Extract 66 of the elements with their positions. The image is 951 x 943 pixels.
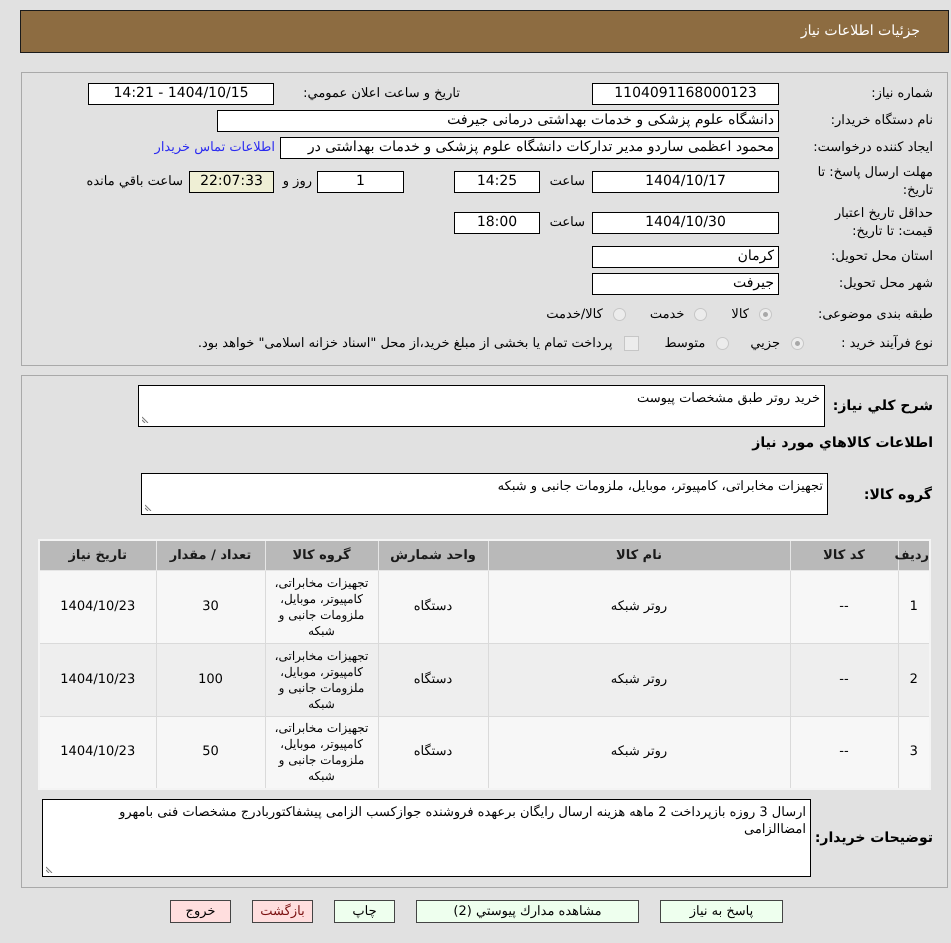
field-label: ساعت باقي مانده xyxy=(86,174,183,189)
action-button[interactable]: چاپ xyxy=(334,900,395,923)
field-label: طبقه بندی موضوعی: xyxy=(818,306,933,322)
field-label: گروه کالا: xyxy=(864,486,932,502)
days-left-field[interactable]: 1 xyxy=(317,170,404,192)
radio-label: خدمت xyxy=(650,306,684,324)
buyer-org-field[interactable]: دانشگاه علوم پزشکی و خدمات بهداشتی درمانی جیرفت xyxy=(217,110,779,132)
field-label: شهر محل تحویل: xyxy=(838,276,933,291)
table-cell: تجهیزات مخابراتی، کامپیوتر، موبایل، ملزومات جانبی و شبکه xyxy=(265,570,378,643)
radio-label: کالا xyxy=(731,306,749,324)
field-label: شماره نیاز: xyxy=(871,86,933,101)
deadline-time-field[interactable]: 14:25 xyxy=(454,170,540,192)
radio-label: متوسط xyxy=(664,334,706,353)
buyer-contact-link[interactable]: اطلاعات تماس خریدار xyxy=(154,138,275,158)
table-cell: -- xyxy=(790,570,898,643)
field-label: حداقل تاریخ اعتبار قیمت: تا تاریخ: xyxy=(834,206,933,238)
radio-label: کالا/خدمت xyxy=(546,306,603,324)
goods-group-field[interactable]: تجهیزات مخابراتی، کامپیوتر، موبایل، ملزومات جانبی و شبکه xyxy=(141,473,828,515)
field-label: توضیحات خریدار: xyxy=(814,830,933,846)
treasury-payment-text: پرداخت تمام یا بخشی از مبلغ خرید،از محل "اسناد خزانه اسلامی" خواهد بود. xyxy=(198,334,612,353)
radio-label: جزيي xyxy=(750,334,780,353)
deadline-date-field[interactable]: 1404/10/17 xyxy=(592,170,779,192)
field-label: ایجاد کننده درخواست: xyxy=(813,140,933,155)
resize-grip-icon[interactable] xyxy=(142,416,149,423)
page-title: جزئیات اطلاعات نیاز xyxy=(800,22,920,41)
column-header: تعداد / مقدار xyxy=(156,540,265,570)
action-button[interactable]: خروج xyxy=(170,900,231,923)
section-heading: اطلاعات کالاهاي مورد نیاز xyxy=(752,434,933,452)
action-button[interactable]: مشاهده مدارك پیوستي (2) xyxy=(416,900,639,923)
resize-grip-icon[interactable] xyxy=(46,866,53,873)
field-label: نوع فرآیند خرید : xyxy=(841,336,933,351)
need-number-field[interactable]: 1104091168000123 xyxy=(592,82,779,104)
table-cell: 2 xyxy=(898,643,930,716)
action-button[interactable]: پاسخ به نیاز xyxy=(660,900,783,923)
table-cell: دستگاه xyxy=(378,643,488,716)
table-cell: دستگاه xyxy=(378,570,488,643)
action-button[interactable]: بازگشت xyxy=(252,900,313,923)
table-cell: روتر شبکه xyxy=(488,643,790,716)
column-header: واحد شمارش xyxy=(378,540,488,570)
summary-field[interactable]: خرید روتر طبق مشخصات پیوست xyxy=(138,385,825,427)
field-label: نام دستگاه خریدار: xyxy=(830,112,933,128)
field-label: ساعت xyxy=(550,174,585,189)
field-label: استان محل تحویل: xyxy=(831,248,933,264)
resize-grip-icon[interactable] xyxy=(145,504,152,511)
table-cell: روتر شبکه xyxy=(488,570,790,643)
table-cell: 100 xyxy=(156,643,265,716)
field-label: مهلت ارسال پاسخ: تا تاریخ: xyxy=(818,164,933,198)
table-cell: 30 xyxy=(156,570,265,643)
table-cell: -- xyxy=(790,643,898,716)
buyer-notes-field[interactable]: ارسال 3 روزه بازپرداخت 2 ماهه هزینه ارسال رایگان برعهده فروشنده جوازکسب الزامی پیشفاکتوربادرج مشخصات فنی بامهرو امضاالزامی xyxy=(42,799,811,877)
province-field[interactable]: کرمان xyxy=(592,246,779,268)
column-header: گروه کالا xyxy=(265,540,378,570)
field-label: ساعت xyxy=(550,214,585,230)
field-label: تاریخ و ساعت اعلان عمومي: xyxy=(303,86,460,101)
field-label: روز و xyxy=(282,174,312,189)
validity-date-field[interactable]: 1404/10/30 xyxy=(592,212,779,234)
column-header: تاریخ نیاز xyxy=(39,540,156,570)
table-cell: تجهیزات مخابراتی، کامپیوتر، موبایل، ملزومات جانبی و شبکه xyxy=(265,643,378,716)
announce-date-field[interactable]: 1404/10/15 - 14:21 xyxy=(88,82,274,104)
validity-time-field[interactable]: 18:00 xyxy=(454,212,540,234)
time-left-field[interactable]: 22:07:33 xyxy=(189,170,274,192)
field-label: شرح کلي نیاز: xyxy=(832,398,933,414)
column-header: نام کالا xyxy=(488,540,790,570)
requester-field[interactable]: محمود اعظمی ساردو مدیر تدارکات دانشگاه علوم پزشکی و خدمات بهداشتی در xyxy=(280,136,779,158)
table-cell: 1 xyxy=(898,570,930,643)
city-field[interactable]: جیرفت xyxy=(592,272,779,294)
